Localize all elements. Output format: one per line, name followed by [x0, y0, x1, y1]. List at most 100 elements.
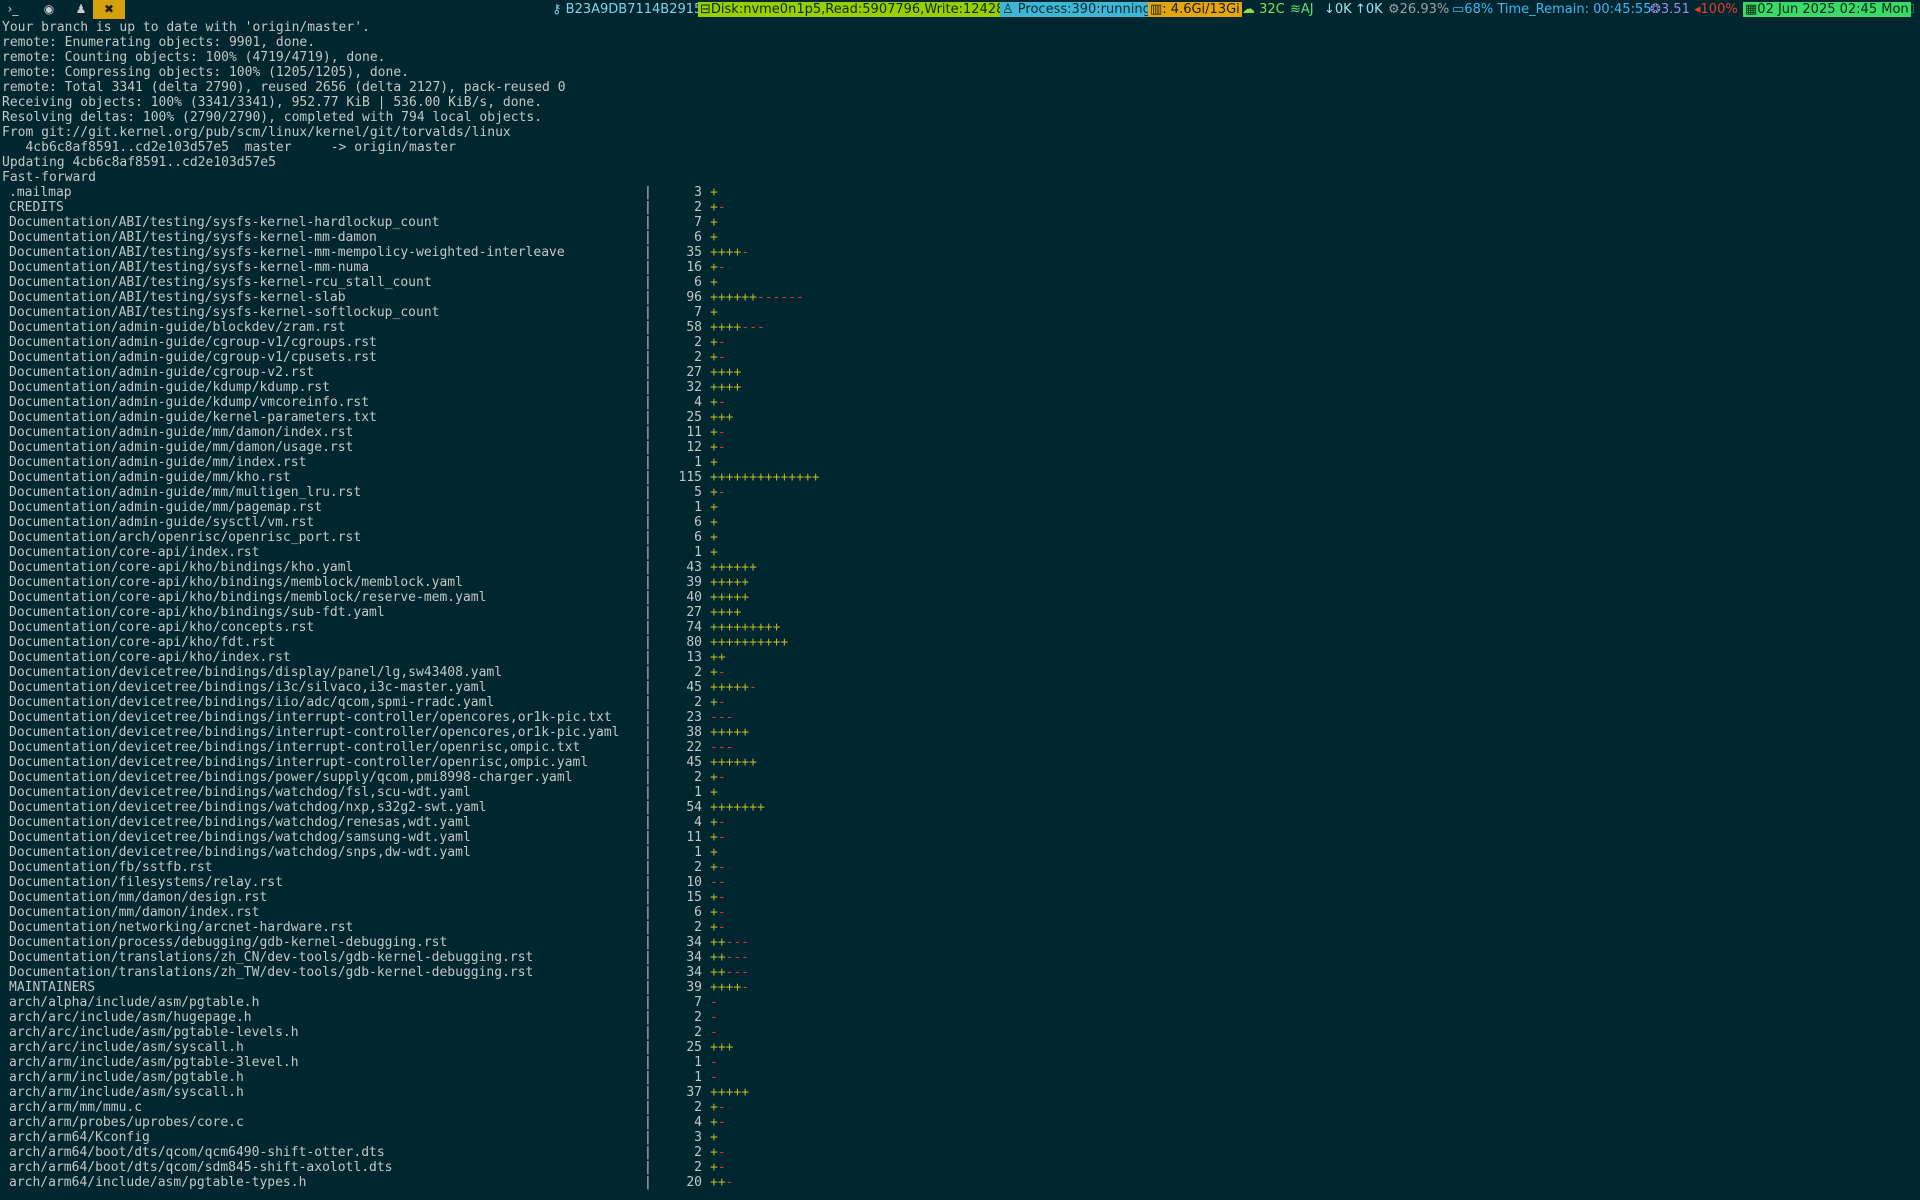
additions-bar: + [710, 260, 718, 275]
file-path: Documentation/devicetree/bindings/iio/ad… [9, 695, 495, 710]
datetime-status[interactable]: ▦02 Jun 2025 02:45 Mon [1743, 2, 1911, 17]
additions-bar: +++++ [710, 575, 750, 590]
separator: | [644, 830, 652, 845]
change-bar: + [702, 845, 718, 860]
change-count: 38 [686, 725, 702, 740]
additions-bar: +++++ [710, 725, 750, 740]
change-count: 4 [694, 815, 702, 830]
diffstat-row: .mailmap | 3 + [2, 185, 1918, 200]
change-bar: + [702, 455, 718, 470]
change-bar: ++--- [702, 935, 749, 950]
change-bar: +- [702, 395, 726, 410]
additions-bar: + [710, 1130, 718, 1145]
additions-bar: +++++ [710, 680, 750, 695]
file-path: arch/arm64/Kconfig [9, 1130, 150, 1145]
change-count: 2 [694, 860, 702, 875]
file-path: Documentation/admin-guide/cgroup-v1/cpus… [9, 350, 377, 365]
change-bar: --- [702, 740, 733, 755]
change-count: 16 [686, 260, 702, 275]
net-up-label: 0K [1365, 2, 1383, 17]
separator: | [644, 470, 652, 485]
change-count: 5 [694, 485, 702, 500]
change-bar: +- [702, 1145, 726, 1160]
separator: | [644, 1025, 652, 1040]
diffstat-row: arch/arm64/boot/dts/qcom/qcm6490-shift-o… [2, 1145, 1918, 1160]
separator: | [644, 1100, 652, 1115]
separator: | [644, 515, 652, 530]
file-path: Documentation/ABI/testing/sysfs-kernel-s… [9, 290, 346, 305]
additions-bar: + [710, 770, 718, 785]
diffstat-row: Documentation/admin-guide/mm/kho.rst | 115… [2, 470, 1918, 485]
change-bar: + [702, 230, 718, 245]
diffstat-row: arch/arm64/Kconfig | 3 + [2, 1130, 1918, 1145]
diffstat-row: Documentation/core-api/kho/bindings/memb… [2, 575, 1918, 590]
additions-bar: + [710, 305, 718, 320]
separator: | [644, 725, 652, 740]
change-count: 40 [686, 590, 702, 605]
additions-bar: +++++ [710, 590, 750, 605]
change-bar: +- [702, 830, 726, 845]
separator: | [644, 785, 652, 800]
change-bar: - [702, 1010, 718, 1025]
separator: | [644, 290, 652, 305]
workspace-linux-icon[interactable]: ♟ [70, 0, 92, 19]
change-count: 1 [694, 1070, 702, 1085]
file-path: Documentation/admin-guide/mm/index.rst [9, 455, 307, 470]
separator: | [644, 1070, 652, 1085]
change-count: 39 [686, 980, 702, 995]
change-count: 2 [694, 1100, 702, 1115]
change-count: 7 [694, 305, 702, 320]
file-path: Documentation/ABI/testing/sysfs-kernel-h… [9, 215, 440, 230]
change-count: 22 [686, 740, 702, 755]
additions-bar: ++++ [710, 980, 742, 995]
deletions-bar: - [717, 335, 726, 350]
change-count: 34 [686, 935, 702, 950]
file-path: arch/arc/include/asm/hugepage.h [9, 1010, 252, 1025]
change-count: 1 [694, 845, 702, 860]
change-count: 2 [694, 1145, 702, 1160]
cpu-label: 26.93% [1399, 2, 1450, 17]
diffstat-row: Documentation/ABI/testing/sysfs-kernel-s… [2, 305, 1918, 320]
file-path: Documentation/admin-guide/mm/damon/usage… [9, 440, 354, 455]
change-count: 1 [694, 500, 702, 515]
key-icon: ⚷ [552, 2, 562, 17]
diffstat-row: Documentation/admin-guide/blockdev/zram.… [2, 320, 1918, 335]
change-count: 12 [686, 440, 702, 455]
change-count: 43 [686, 560, 702, 575]
change-count: 7 [694, 995, 702, 1010]
additions-bar: + [710, 920, 718, 935]
deletions-bar: - [717, 1145, 726, 1160]
lock-icon[interactable]: ⚿ [1902, 2, 1916, 17]
workspace-tools-icon[interactable]: ✖ [93, 0, 125, 19]
deletions-bar: - [717, 350, 726, 365]
additions-bar: + [710, 1160, 718, 1175]
diffstat-row: arch/arm/mm/mmu.c | 2 +- [2, 1100, 1918, 1115]
diffstat-row: Documentation/devicetree/bindings/watchd… [2, 830, 1918, 845]
deletions-bar: -- [710, 875, 726, 890]
separator: | [644, 275, 652, 290]
diffstat-row: Documentation/networking/arcnet-hardware… [2, 920, 1918, 935]
diffstat-row: Documentation/core-api/index.rst | 1 + [2, 545, 1918, 560]
battery-label: 68% Time_Remain: 00:45:55 [1464, 2, 1652, 17]
deletions-bar: - [710, 1070, 718, 1085]
hostname-label: B23A9DB7114B2915 [565, 2, 703, 17]
diffstat-row: Documentation/devicetree/bindings/iio/ad… [2, 695, 1918, 710]
terminal-output[interactable]: Your branch is up to date with 'origin/m… [2, 20, 1918, 1190]
additions-bar: + [710, 545, 718, 560]
wifi-label: AJ [1300, 2, 1314, 17]
temperature-label: 32C [1259, 2, 1285, 17]
change-count: 25 [686, 1040, 702, 1055]
change-bar: +++++++ [702, 800, 765, 815]
deletions-bar: - [717, 815, 726, 830]
change-count: 80 [686, 635, 702, 650]
workspace-browser-icon[interactable]: ◉ [38, 0, 60, 19]
additions-bar: + [710, 785, 718, 800]
workspace-terminal-icon[interactable]: ›_ [2, 0, 24, 19]
memory-label: : 4.6Gi/13Gi [1162, 2, 1240, 17]
change-count: 1 [694, 455, 702, 470]
change-count: 45 [686, 755, 702, 770]
volume-status[interactable]: ◂100% [1692, 2, 1740, 17]
change-bar: +- [702, 335, 726, 350]
file-path: Documentation/devicetree/bindings/power/… [9, 770, 573, 785]
change-count: 25 [686, 410, 702, 425]
